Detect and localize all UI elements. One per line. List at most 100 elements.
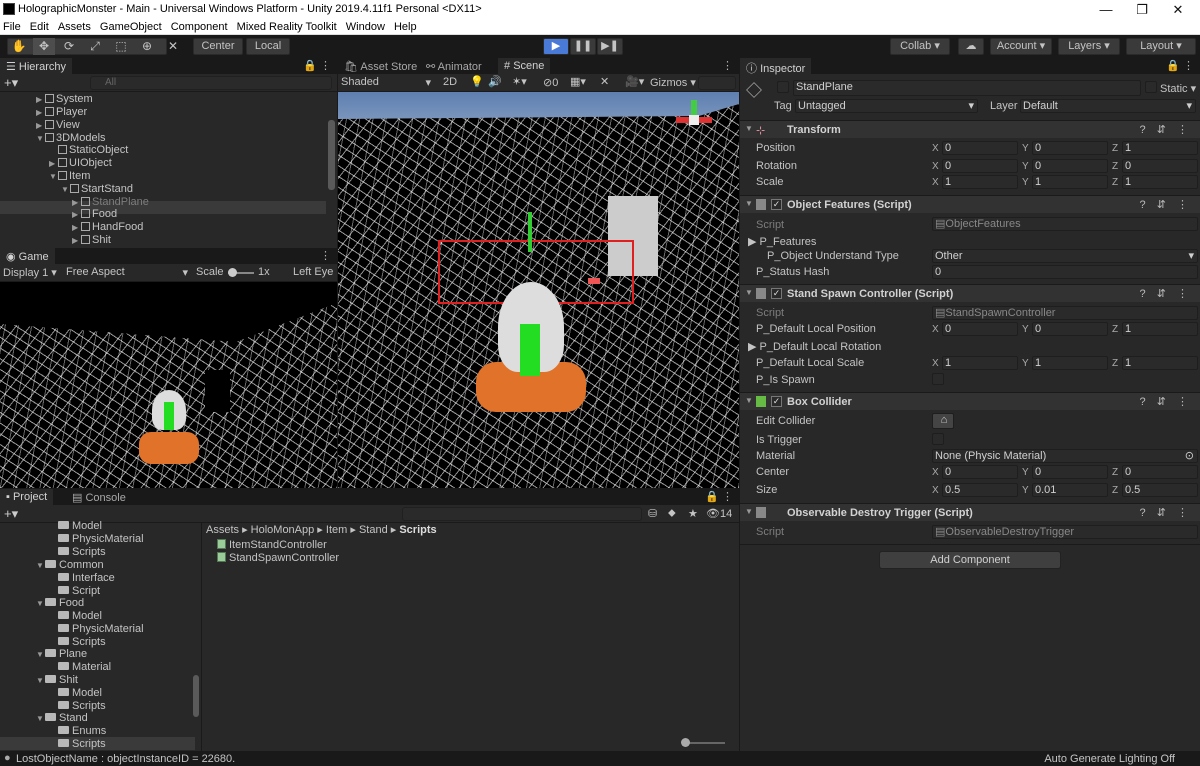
p-features-foldout[interactable]: ▶ P_Features <box>748 235 816 248</box>
position-x-field[interactable]: 0 <box>942 141 1018 155</box>
position-z-field[interactable]: 1 <box>1122 141 1198 155</box>
size-y-field[interactable]: 0.01 <box>1032 483 1108 497</box>
project-splitter[interactable] <box>201 523 202 751</box>
breadcrumb-item[interactable]: Item <box>326 524 347 536</box>
pivot-center-button[interactable]: Center <box>193 38 243 55</box>
material-field[interactable]: None (Physic Material) ⊙ <box>932 449 1198 463</box>
layout-dropdown[interactable]: Layout ▾ <box>1126 38 1196 55</box>
collapse-icon[interactable]: ▼ <box>61 185 70 194</box>
transform-header[interactable]: ▼ ⊹ Transform ? ⇵ ⋮ <box>740 120 1200 138</box>
component-menu-icon[interactable]: ? ⇵ ⋮ <box>1140 395 1192 408</box>
tab-game[interactable]: ◉ Game <box>0 248 55 264</box>
file-item[interactable]: ItemStandController <box>217 539 327 552</box>
add-component-button[interactable]: Add Component <box>879 551 1061 569</box>
rotation-z-field[interactable]: 0 <box>1122 159 1198 173</box>
collapse-icon[interactable]: ▼ <box>745 124 753 133</box>
collapse-icon[interactable]: ▼ <box>745 288 753 297</box>
breadcrumb-holomonapp[interactable]: HoloMonApp <box>251 524 315 536</box>
default-position-z[interactable]: 1 <box>1122 322 1198 336</box>
component-enabled-checkbox[interactable]: ✓ <box>771 396 782 407</box>
tab-project[interactable]: ▪ Project <box>0 489 54 505</box>
breadcrumb-scripts[interactable]: Scripts <box>399 524 436 536</box>
menu-help[interactable]: Help <box>391 19 420 33</box>
tab-animator[interactable]: ⚯ Animator <box>420 58 488 74</box>
expand-icon[interactable]: ▶ <box>36 95 45 104</box>
collapse-icon[interactable]: ▼ <box>745 199 753 208</box>
default-scale-y[interactable]: 1 <box>1032 356 1108 370</box>
default-position-x[interactable]: 0 <box>942 322 1018 336</box>
expand-icon[interactable]: ▶ <box>36 108 45 117</box>
size-x-field[interactable]: 0.5 <box>942 483 1018 497</box>
menu-window[interactable]: Window <box>343 19 388 33</box>
collapse-icon[interactable]: ▼ <box>49 172 58 181</box>
project-search-input[interactable] <box>402 507 642 521</box>
display-dropdown[interactable]: Display 1 ▾ <box>3 266 57 279</box>
scale-z-field[interactable]: 1 <box>1122 175 1198 189</box>
panel-menu-icon[interactable]: ⋮ <box>722 59 733 72</box>
collab-dropdown[interactable]: Collab ▾ <box>890 38 950 55</box>
component-menu-icon[interactable]: ? ⇵ ⋮ <box>1140 123 1192 136</box>
expand-icon[interactable]: ▶ <box>72 198 81 207</box>
menu-component[interactable]: Component <box>168 19 231 33</box>
panel-menu-icon[interactable]: ⋮ <box>320 249 331 262</box>
lighting-icon[interactable]: 💡 <box>470 75 484 88</box>
default-position-y[interactable]: 0 <box>1032 322 1108 336</box>
collapse-icon[interactable]: ▼ <box>36 134 45 143</box>
panel-menu-icon[interactable]: 🔒 ⋮ <box>303 59 331 72</box>
scene-orientation-gizmo[interactable] <box>674 100 714 140</box>
folder-item[interactable]: Model <box>58 520 102 533</box>
collapse-icon[interactable]: ▼ <box>36 650 45 659</box>
folder-item[interactable]: ▼ Common <box>36 559 104 572</box>
collapse-icon[interactable]: ▼ <box>36 599 45 608</box>
is-spawn-checkbox[interactable] <box>932 373 944 385</box>
active-checkbox[interactable] <box>777 81 789 93</box>
move-gizmo-y[interactable] <box>528 212 532 252</box>
maximize-button[interactable]: ❐ <box>1122 1 1162 18</box>
audio-icon[interactable]: 🔊 <box>488 75 502 88</box>
icon-size-slider-handle[interactable] <box>681 738 690 747</box>
expand-icon[interactable]: ▶ <box>36 121 45 130</box>
pivot-local-button[interactable]: Local <box>246 38 290 55</box>
camera-icon[interactable]: 🎥▾ <box>625 75 644 88</box>
default-scale-z[interactable]: 1 <box>1122 356 1198 370</box>
folder-item[interactable]: Scripts <box>58 546 106 559</box>
step-button[interactable]: ▶❚ <box>597 38 623 55</box>
tag-dropdown[interactable]: Untagged ▾ <box>795 99 978 113</box>
object-name-field[interactable]: StandPlane <box>793 80 1141 96</box>
grid-icon[interactable]: ▦▾ <box>570 75 586 88</box>
destroy-trigger-header[interactable]: ▼ Observable Destroy Trigger (Script) ? … <box>740 503 1200 521</box>
tab-hierarchy[interactable]: ☰ Hierarchy <box>0 58 72 74</box>
scale-slider-handle[interactable] <box>228 268 237 277</box>
expand-icon[interactable]: ▶ <box>72 236 81 245</box>
move-gizmo-x[interactable] <box>588 278 600 284</box>
menu-file[interactable]: File <box>0 19 24 33</box>
minimize-button[interactable]: — <box>1086 1 1126 18</box>
folder-item[interactable]: ▼ Shit <box>36 674 78 687</box>
center-y-field[interactable]: 0 <box>1032 465 1108 479</box>
box-collider-header[interactable]: ▼ ✓ Box Collider ? ⇵ ⋮ <box>740 392 1200 410</box>
menu-assets[interactable]: Assets <box>55 19 94 33</box>
expand-icon[interactable]: ▶ <box>49 159 58 168</box>
favorite-icon[interactable]: ★ <box>688 507 698 520</box>
custom-tool-icon[interactable]: ✕ <box>162 38 184 55</box>
collapse-icon[interactable]: ▼ <box>36 561 45 570</box>
play-button[interactable]: ▶ <box>543 38 569 55</box>
static-checkbox[interactable] <box>1145 81 1157 93</box>
filter-type-icon[interactable]: ⛁ <box>648 507 657 520</box>
component-menu-icon[interactable]: ? ⇵ ⋮ <box>1140 287 1192 300</box>
status-message[interactable]: LostObjectName : objectInstanceID = 2268… <box>16 753 235 765</box>
panel-menu-icon[interactable]: 🔒 ⋮ <box>1166 59 1194 72</box>
folder-item[interactable]: Model <box>58 687 102 700</box>
edit-collider-button[interactable]: ⌂ <box>932 413 954 429</box>
filter-label-icon[interactable]: ⬥ <box>668 507 676 520</box>
hierarchy-item-view[interactable]: ▶ View <box>36 119 80 132</box>
hierarchy-item-handfood[interactable]: ▶ HandFood <box>72 221 143 234</box>
tab-console[interactable]: ▤ Console <box>66 489 132 505</box>
default-scale-x[interactable]: 1 <box>942 356 1018 370</box>
position-y-field[interactable]: 0 <box>1032 141 1108 155</box>
scale-tool-icon[interactable]: ⤢ <box>84 38 106 55</box>
gizmos-dropdown[interactable]: Gizmos ▾ <box>650 76 696 89</box>
size-z-field[interactable]: 0.5 <box>1122 483 1198 497</box>
layers-dropdown[interactable]: Layers ▾ <box>1058 38 1120 55</box>
folder-item[interactable]: Enums <box>58 725 106 738</box>
